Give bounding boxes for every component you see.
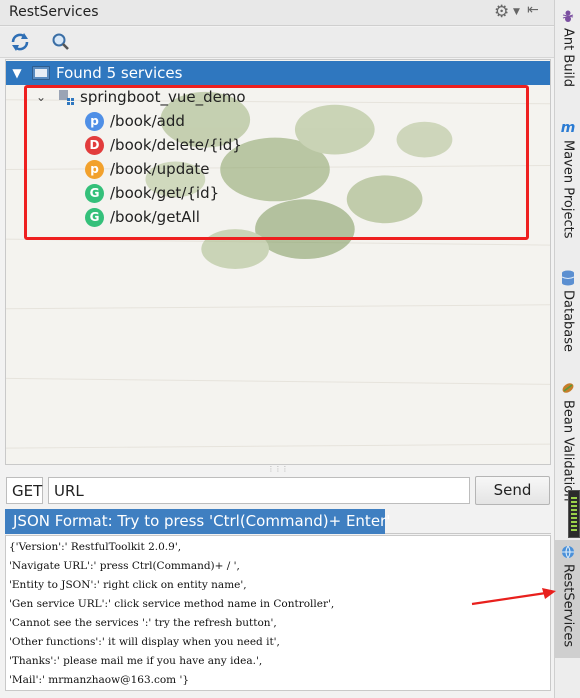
json-line: {'Version':' RestfulToolkit 2.0.9', — [9, 541, 182, 553]
sidebar-tab-ant-build[interactable]: Ant Build — [555, 8, 580, 87]
url-input[interactable]: URL — [48, 477, 470, 504]
folder-icon — [32, 66, 50, 80]
json-line: 'Thanks':' please mail me if you have an… — [9, 655, 263, 667]
annotation-highlight-box — [24, 85, 529, 240]
sidebar-tab-bean-validation[interactable]: Bean Validation — [555, 380, 580, 501]
sidebar-tab-label: RestServices — [560, 564, 576, 648]
tree-root-label: Found 5 services — [56, 64, 183, 82]
json-line: 'Mail':' mrmanzhaow@163.com '} — [9, 674, 190, 686]
annotation-arrow-icon — [471, 588, 556, 606]
json-line: 'Gen service URL':' click service method… — [9, 598, 335, 610]
settings-icon[interactable]: ⚙ — [494, 2, 509, 22]
json-body-editor[interactable]: {'Version':' RestfulToolkit 2.0.9', 'Nav… — [5, 535, 551, 691]
sidebar-tab-maven-projects[interactable]: m Maven Projects — [555, 120, 580, 239]
collapse-chevron-icon[interactable]: ▼ — [6, 66, 28, 80]
json-line: 'Other functions':' it will display when… — [9, 636, 280, 648]
refresh-icon[interactable] — [8, 30, 32, 54]
panel-splitter[interactable]: ⋮⋮⋮ — [5, 466, 551, 473]
database-icon — [560, 270, 576, 286]
maven-icon: m — [560, 120, 576, 136]
sidebar-tab-label: Maven Projects — [560, 140, 576, 239]
memory-indicator — [568, 490, 580, 538]
ant-icon — [560, 8, 576, 24]
service-tree[interactable]: ▼ Found 5 services ⌄ springboot_vue_demo… — [5, 59, 551, 465]
send-button[interactable]: Send — [475, 476, 550, 505]
sidebar-tab-label: Ant Build — [560, 28, 576, 87]
tool-window-header: RestServices ⚙ ▼ ⇤ — [0, 0, 554, 26]
json-line: 'Cannot see the services ':' try the ref… — [9, 617, 277, 629]
http-method-field[interactable]: GET — [6, 477, 43, 504]
sidebar-tab-database[interactable]: Database — [555, 270, 580, 352]
tab-json-format[interactable]: JSON Format: Try to press 'Ctrl(Command)… — [5, 509, 390, 534]
tree-root-row[interactable]: ▼ Found 5 services — [6, 61, 550, 85]
format-tab-bar: JSON Format: Try to press 'Ctrl(Command)… — [5, 509, 551, 534]
settings-dropdown-icon[interactable]: ▼ — [513, 7, 520, 17]
globe-icon — [560, 544, 576, 560]
bean-icon — [560, 380, 576, 396]
toolbar — [0, 27, 554, 58]
sidebar-tab-label: Database — [560, 290, 576, 353]
tool-window-title: RestServices — [9, 4, 99, 20]
pin-icon[interactable]: ⇤ — [527, 2, 539, 18]
json-line: 'Navigate URL':' press Ctrl(Command)+ / … — [9, 560, 240, 572]
sidebar-tab-label: Bean Validation — [560, 400, 576, 502]
search-icon[interactable] — [48, 30, 72, 54]
json-line: 'Entity to JSON':' right click on entity… — [9, 579, 247, 591]
